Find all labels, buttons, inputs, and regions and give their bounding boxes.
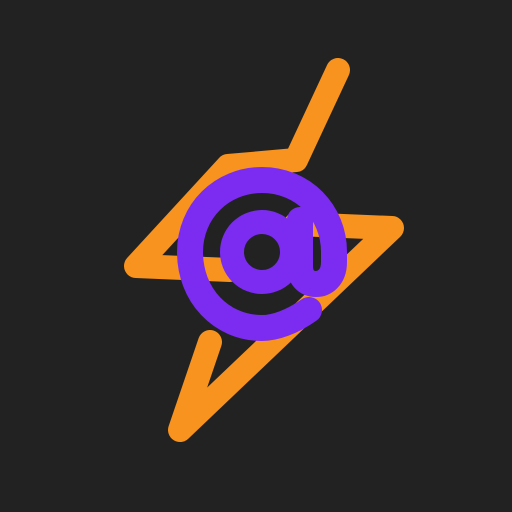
app-icon: [0, 0, 512, 512]
background: [0, 0, 512, 512]
app-logo: [0, 0, 512, 512]
